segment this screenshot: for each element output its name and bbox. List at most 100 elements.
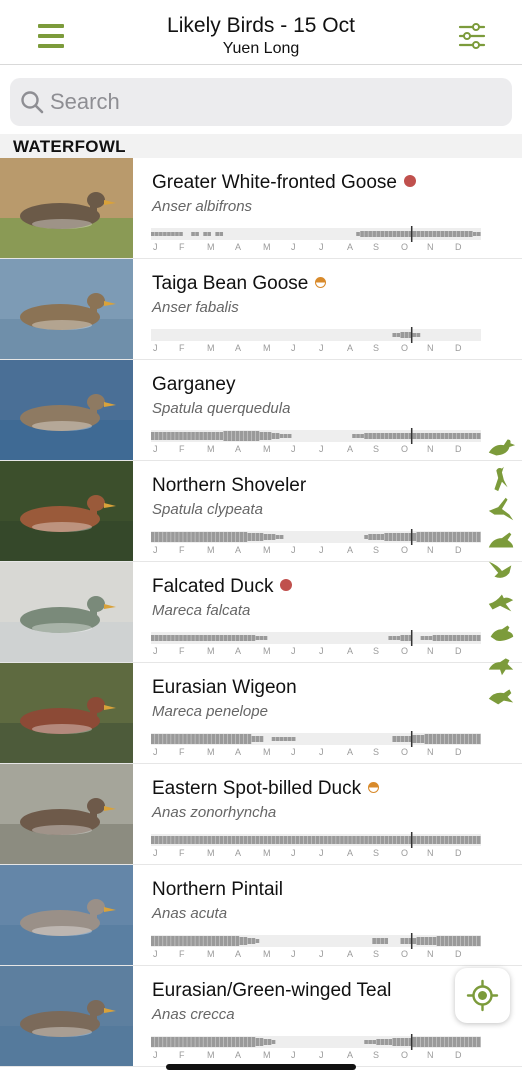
frequency-bar <box>195 532 199 542</box>
bird-common-name: Falcated Duck <box>152 576 293 598</box>
frequency-bar <box>243 635 248 641</box>
frequency-bar <box>175 432 179 440</box>
pigeon-icon[interactable] <box>484 525 518 555</box>
frequency-bar <box>275 836 280 844</box>
frequency-bar <box>452 734 457 744</box>
month-label: N <box>427 1050 434 1060</box>
month-label: M <box>207 242 215 252</box>
finch-icon[interactable] <box>484 680 518 710</box>
month-label: F <box>179 444 185 454</box>
frequency-bar <box>247 635 252 641</box>
bird-row[interactable]: Falcated Duck Mareca falcata J F M A M J J A S O N D <box>0 562 522 663</box>
month-label: A <box>235 646 242 656</box>
frequency-bar <box>255 533 260 541</box>
frequency-bar <box>424 231 429 237</box>
bird-row[interactable]: Taiga Bean Goose Anser fabalis J F M A M J J A S O N… <box>0 259 522 360</box>
egret-icon[interactable] <box>484 494 518 524</box>
month-label: M <box>207 545 215 555</box>
bird-common-name: Eurasian/Green-winged Teal <box>152 980 391 1002</box>
frequency-bar <box>392 836 397 844</box>
swift-icon[interactable] <box>484 587 518 617</box>
frequency-bar <box>227 635 232 641</box>
bird-row[interactable]: Garganey Spatula querquedula J F M A M J J A S O N D <box>0 360 522 461</box>
frequency-bar <box>416 231 421 237</box>
heron-icon[interactable] <box>484 463 518 493</box>
frequency-bar <box>163 532 167 542</box>
search-input[interactable] <box>50 78 490 126</box>
bird-row[interactable]: Eastern Spot-billed Duck Anas zonorhyncha… <box>0 764 522 865</box>
month-label: J <box>153 848 158 858</box>
locate-button[interactable] <box>455 968 510 1023</box>
frequency-bar <box>151 635 155 641</box>
bird-row[interactable]: Northern Shoveler Spatula clypeata J F M A M J J… <box>0 461 522 562</box>
month-label: M <box>263 1050 271 1060</box>
frequency-bar <box>388 1039 393 1045</box>
frequency-bar <box>271 836 276 844</box>
sliders-filter-icon[interactable] <box>458 22 486 50</box>
frequency-bar <box>476 532 481 542</box>
frequency-bar <box>384 231 389 237</box>
bird-row[interactable]: Greater White-fronted Goose Anser albifro… <box>0 158 522 259</box>
frequency-bar <box>332 836 336 844</box>
frequency-bar <box>223 836 228 844</box>
bird-common-name: Northern Shoveler <box>152 475 306 497</box>
frequency-bar <box>219 432 224 440</box>
month-label: F <box>179 1050 185 1060</box>
raptor-icon[interactable] <box>484 556 518 586</box>
month-label: M <box>207 747 215 757</box>
month-label: J <box>153 747 158 757</box>
duck-icon[interactable] <box>484 432 518 462</box>
month-label: J <box>291 545 296 555</box>
frequency-bar <box>167 432 171 440</box>
frequency-bar <box>400 332 405 338</box>
frequency-bar <box>239 635 244 641</box>
frequency-bar <box>191 532 195 542</box>
frequency-bar <box>384 533 389 541</box>
frequency-bar <box>235 734 240 744</box>
frequency-bar <box>380 1039 385 1045</box>
songbird-icon[interactable] <box>484 649 518 679</box>
bird-row[interactable]: Eurasian/Green-winged Teal Anas crecca J F M… <box>0 966 522 1067</box>
kingfisher-icon[interactable] <box>484 618 518 648</box>
frequency-bar <box>364 433 368 439</box>
frequency-bar <box>400 736 405 742</box>
frequency-bar <box>299 836 304 844</box>
frequency-bar <box>195 432 199 440</box>
frequency-bar <box>183 1037 187 1047</box>
month-label: D <box>455 343 462 353</box>
search-bar[interactable] <box>10 78 512 126</box>
frequency-bar <box>432 433 437 439</box>
frequency-bar <box>388 636 393 640</box>
frequency-bar <box>460 231 465 237</box>
frequency-bar <box>436 936 441 946</box>
month-label: F <box>179 646 185 656</box>
month-label: A <box>347 242 354 252</box>
frequency-bar <box>243 734 248 744</box>
bird-scientific-name: Anas zonorhyncha <box>152 804 277 821</box>
month-label: A <box>235 444 242 454</box>
seasonal-frequency-chart <box>151 1034 481 1050</box>
frequency-bar <box>440 635 445 641</box>
month-label: M <box>207 444 215 454</box>
frequency-bar <box>368 1040 372 1044</box>
frequency-bar <box>187 635 191 641</box>
frequency-bar <box>279 836 284 844</box>
frequency-bar <box>291 836 296 844</box>
home-indicator <box>166 1064 356 1070</box>
frequency-bar <box>183 936 187 946</box>
frequency-bar <box>199 635 203 641</box>
frequency-bar <box>187 532 191 542</box>
frequency-bar <box>287 434 292 438</box>
frequency-bar <box>219 232 224 236</box>
frequency-bar <box>203 1037 207 1047</box>
frequency-bar <box>155 734 159 744</box>
bird-row[interactable]: Northern Pintail Anas acuta J F M A M J J A S O N D <box>0 865 522 966</box>
frequency-bar <box>163 836 167 844</box>
frequency-bar <box>231 1037 236 1047</box>
frequency-bar <box>239 532 244 542</box>
frequency-bar <box>287 737 292 741</box>
frequency-bar <box>263 432 268 440</box>
bird-row[interactable]: Eurasian Wigeon Mareca penelope J F M A M J J A S O… <box>0 663 522 764</box>
frequency-bar <box>151 232 155 236</box>
group-shortcut-bar[interactable] <box>484 432 520 712</box>
